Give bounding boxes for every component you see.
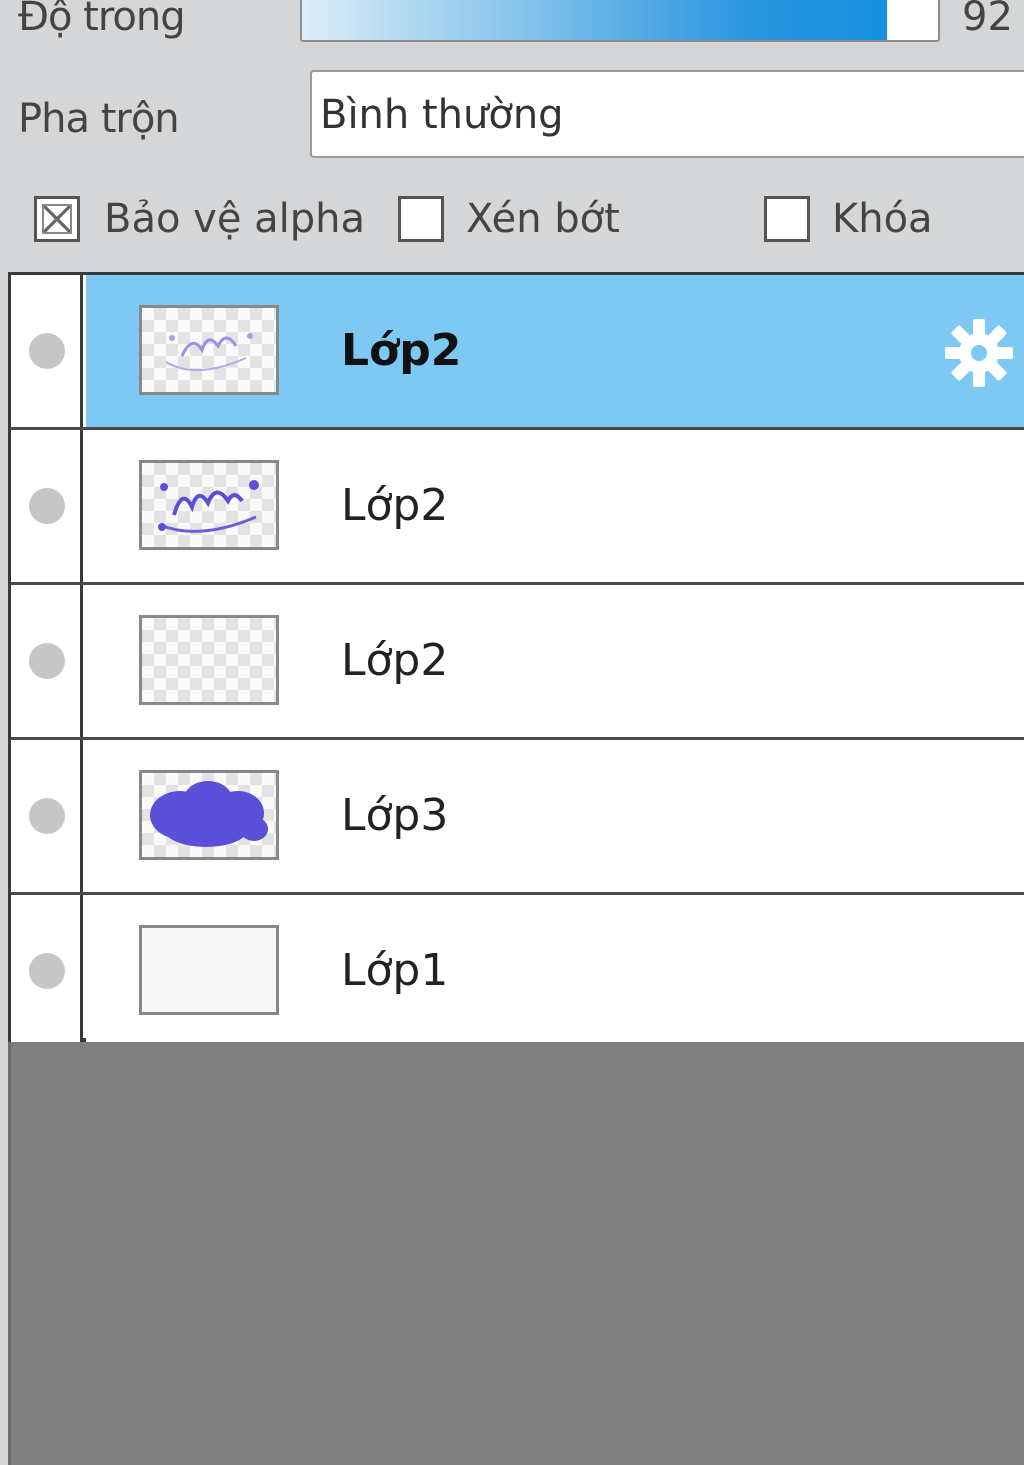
empty-layer-area: [8, 1042, 1024, 1465]
blend-mode-select[interactable]: Bình thường: [310, 70, 1024, 158]
layer-name: Lớp2: [341, 480, 449, 531]
visibility-toggle[interactable]: [11, 430, 83, 582]
blend-mode-value: Bình thường: [320, 92, 564, 138]
protect-alpha-label: Bảo vệ alpha: [104, 196, 366, 242]
blend-mode-label: Pha trộn: [18, 96, 180, 142]
visibility-dot-icon: [29, 333, 65, 369]
purple-cloud-icon: [150, 781, 268, 847]
visibility-dot-icon: [29, 953, 65, 989]
layer-thumbnail: [139, 305, 279, 395]
layer-row[interactable]: Lớp1: [11, 895, 1024, 1050]
opacity-label: Độ trong: [18, 0, 186, 40]
clip-label: Xén bớt: [466, 196, 620, 242]
layer-thumbnail: [139, 925, 279, 1015]
gear-icon[interactable]: [941, 315, 1017, 391]
visibility-toggle[interactable]: [11, 275, 83, 427]
visibility-toggle[interactable]: [11, 895, 83, 1050]
layer-list: Lớp2 Lớp2 Lớp2 Lớp3 Lớp1: [8, 272, 1024, 1050]
opacity-value: 92: [962, 0, 1013, 40]
layer-row[interactable]: Lớp2: [11, 275, 1024, 430]
opacity-slider[interactable]: [300, 0, 940, 42]
visibility-dot-icon: [29, 488, 65, 524]
layer-row[interactable]: Lớp3: [11, 740, 1024, 895]
layer-name: Lớp2: [341, 325, 462, 376]
layer-thumbnail: [139, 460, 279, 550]
layer-name: Lớp2: [341, 635, 449, 686]
layer-thumbnail: [139, 770, 279, 860]
lock-checkbox[interactable]: [764, 196, 810, 242]
visibility-toggle[interactable]: [11, 585, 83, 737]
protect-alpha-checkbox[interactable]: [34, 196, 80, 242]
purple-text-icon: [158, 480, 259, 533]
layer-name: Lớp1: [341, 945, 449, 996]
lock-label: Khóa: [832, 196, 933, 242]
clip-checkbox[interactable]: [398, 196, 444, 242]
layer-thumbnail: [139, 615, 279, 705]
visibility-toggle[interactable]: [11, 740, 83, 892]
visibility-dot-icon: [29, 643, 65, 679]
opacity-slider-fill: [302, 0, 888, 40]
layer-row[interactable]: Lớp2: [11, 430, 1024, 585]
layer-row[interactable]: Lớp2: [11, 585, 1024, 740]
layer-name: Lớp3: [341, 790, 449, 841]
layer-properties-panel: Độ trong 92 Pha trộn Bình thường Bảo vệ …: [0, 0, 1024, 272]
faint-purple-text-icon: [165, 333, 253, 371]
visibility-dot-icon: [29, 798, 65, 834]
